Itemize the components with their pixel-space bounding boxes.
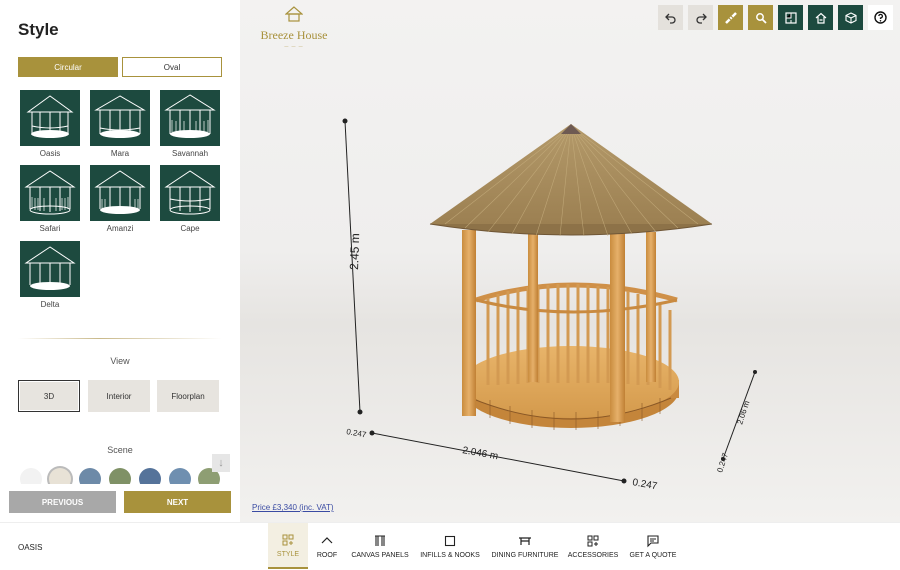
brand-name: Breeze House (260, 28, 328, 42)
home-view-button[interactable] (808, 5, 833, 30)
scene-option[interactable] (79, 468, 101, 484)
zoom-button[interactable] (748, 5, 773, 30)
next-button[interactable]: NEXT (124, 491, 231, 513)
height-measurement: 2.45 m (347, 233, 362, 270)
square-icon (444, 535, 456, 546)
floorplan-view-button[interactable] (778, 5, 803, 30)
gazebo-thumbnail (160, 165, 220, 221)
section-divider (18, 338, 222, 339)
style-label: Safari (39, 224, 61, 233)
scene-selector (20, 462, 220, 484)
gazebo-thumbnail (90, 90, 150, 146)
tab-style[interactable]: STYLE (268, 523, 308, 569)
selected-style-name: OASIS (18, 543, 43, 552)
zoom-icon (755, 12, 767, 24)
panel-title: Style (18, 20, 59, 39)
brand-tagline: — — — (284, 43, 304, 48)
style-label: Oasis (39, 149, 61, 158)
view-heading: View (110, 356, 130, 366)
tab-canvas-panels[interactable]: CANVAS PANELS (350, 523, 410, 569)
help-icon (874, 11, 887, 24)
gazebo-thumbnail (20, 90, 80, 146)
width-start-measurement: 0.247 (346, 427, 368, 439)
scroll-down-icon[interactable]: ↓ (212, 454, 230, 472)
style-label: Amanzi (106, 224, 134, 233)
configurator-app: Style Circular Oval Oasis Mara Savannah … (0, 0, 900, 570)
view-floorplan-button[interactable]: Floorplan (157, 380, 219, 412)
accessories-icon (587, 535, 599, 546)
view-3d-button[interactable]: 3D (18, 380, 80, 412)
table-icon (519, 536, 531, 545)
tab-label: DINING FURNITURE (491, 551, 559, 559)
width-end-measurement: 0.247 (631, 477, 658, 492)
cube-icon (844, 11, 857, 24)
ruler-icon (724, 11, 737, 24)
gazebo-thumbnail (20, 241, 80, 297)
3d-viewport[interactable]: 2.45 m 0.247 2.046 m 0.247 2.06 m 0.247 … (240, 0, 900, 522)
style-label: Savannah (171, 149, 209, 158)
house-logo-icon (284, 6, 304, 22)
panel-icon (375, 534, 385, 546)
price-link[interactable]: Price £3,340 (inc. VAT) (252, 503, 334, 512)
previous-button[interactable]: PREVIOUS (9, 491, 116, 513)
tab-label: INFILLS & NOOKS (420, 551, 480, 559)
style-grid-icon (282, 534, 294, 545)
gazebo-thumbnail (90, 165, 150, 221)
scene-option[interactable] (139, 468, 161, 484)
tab-accessories[interactable]: ACCESSORIES (568, 523, 618, 569)
tab-label: GET A QUOTE (629, 551, 677, 559)
style-card-oasis[interactable]: Oasis (20, 90, 80, 158)
scene-option[interactable] (20, 468, 42, 484)
tab-dining-furniture[interactable]: DINING FURNITURE (490, 523, 560, 569)
style-card-delta[interactable]: Delta (20, 241, 80, 309)
floorplan-icon (784, 11, 797, 24)
help-button[interactable] (868, 5, 893, 30)
scene-option[interactable] (109, 468, 131, 484)
undo-button[interactable] (658, 5, 683, 30)
tab-infills-nooks[interactable]: INFILLS & NOOKS (418, 523, 482, 569)
gazebo-render: 2.45 m 0.247 2.046 m 0.247 2.06 m 0.247 (342, 118, 757, 492)
scene-heading: Scene (107, 445, 133, 455)
gazebo-thumbnail (160, 90, 220, 146)
style-card-savannah[interactable]: Savannah (160, 90, 220, 158)
gazebo-thumbnail (20, 165, 80, 221)
style-label: Delta (40, 300, 60, 309)
bottom-nav: OASIS STYLE ROOF CANVAS PANELS INFILLS &… (0, 522, 900, 570)
style-card-mara[interactable]: Mara (90, 90, 150, 158)
redo-icon (695, 13, 707, 24)
scene-option[interactable] (49, 468, 71, 484)
width-measurement: 2.046 m (461, 445, 499, 462)
brand-logo: Breeze House — — — (258, 6, 330, 48)
tab-get-a-quote[interactable]: GET A QUOTE (628, 523, 678, 569)
3d-view-button[interactable] (838, 5, 863, 30)
message-icon (647, 534, 659, 547)
style-card-amanzi[interactable]: Amanzi (90, 165, 150, 233)
tab-label: CANVAS PANELS (351, 551, 409, 559)
depth-end-measurement: 0.247 (715, 451, 730, 473)
shape-oval-button[interactable]: Oval (122, 57, 222, 77)
scene-option[interactable] (169, 468, 191, 484)
roof-icon (321, 536, 333, 543)
tab-label: ACCESSORIES (567, 551, 619, 559)
style-label: Mara (110, 149, 130, 158)
style-card-cape[interactable]: Cape (160, 165, 220, 233)
depth-measurement: 2.06 m (735, 399, 751, 425)
style-label: Cape (180, 224, 200, 233)
redo-button[interactable] (688, 5, 713, 30)
tab-roof[interactable]: ROOF (312, 523, 342, 569)
style-card-safari[interactable]: Safari (20, 165, 80, 233)
undo-icon (664, 13, 676, 24)
tab-label: ROOF (316, 551, 338, 559)
measure-button[interactable] (718, 5, 743, 30)
tab-label: STYLE (276, 550, 300, 558)
shape-circular-button[interactable]: Circular (18, 57, 118, 77)
style-panel: Style Circular Oval Oasis Mara Savannah … (0, 0, 240, 522)
view-interior-button[interactable]: Interior (88, 380, 150, 412)
home-icon (815, 12, 826, 24)
